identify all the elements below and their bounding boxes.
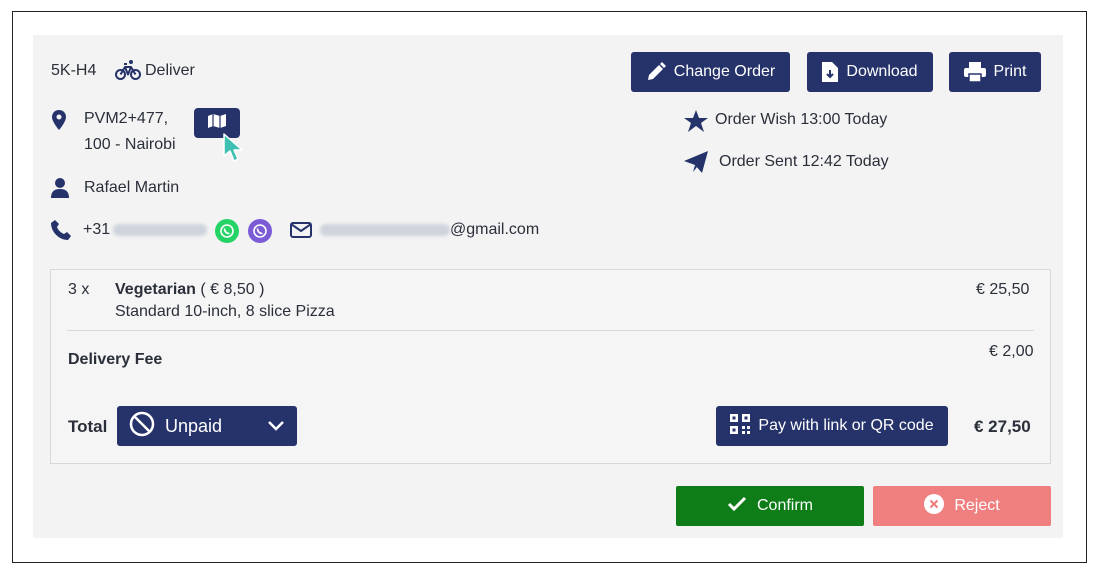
file-download-icon xyxy=(822,62,839,82)
order-wish-time: Order Wish 13:00 Today xyxy=(715,111,888,128)
viber-icon[interactable] xyxy=(248,219,272,243)
paper-plane-icon xyxy=(684,151,708,178)
address-line-1: PVM2+477, xyxy=(84,110,169,127)
item-name-line: Vegetarian ( € 8,50 ) xyxy=(115,281,264,299)
phone-redacted xyxy=(113,223,208,236)
phone-prefix: +31 xyxy=(83,221,111,238)
print-label: Print xyxy=(993,63,1027,80)
address-line-2: 100 - Nairobi xyxy=(84,136,176,153)
pencil-icon xyxy=(646,62,666,82)
qr-code-icon xyxy=(730,413,751,439)
payment-status-label: Unpaid xyxy=(165,415,223,436)
order-type-label: Deliver xyxy=(145,62,195,79)
chevron-down-icon xyxy=(267,416,285,437)
email-domain: @gmail.com xyxy=(450,221,540,238)
confirm-label: Confirm xyxy=(756,497,813,514)
star-icon xyxy=(684,110,708,137)
item-name: Vegetarian xyxy=(115,281,196,298)
reject-label: Reject xyxy=(954,497,1000,514)
payment-status-dropdown[interactable]: Unpaid xyxy=(117,406,297,446)
pay-with-link-button[interactable]: Pay with link or QR code xyxy=(716,406,948,446)
change-order-button[interactable]: Change Order xyxy=(631,52,790,92)
printer-icon xyxy=(963,62,986,82)
pay-with-link-label: Pay with link or QR code xyxy=(758,417,934,434)
change-order-label: Change Order xyxy=(673,63,776,80)
divider xyxy=(67,330,1034,331)
item-total: € 25,50 xyxy=(976,281,1030,298)
email-address[interactable]: @gmail.com xyxy=(320,221,539,239)
delivery-fee-label: Delivery Fee xyxy=(68,351,163,368)
order-sent-time: Order Sent 12:42 Today xyxy=(719,153,889,170)
ban-icon xyxy=(129,411,155,442)
download-button[interactable]: Download xyxy=(807,52,933,92)
email-redacted xyxy=(320,223,450,236)
order-code: 5K-H4 xyxy=(51,62,97,79)
delivery-fee-amount: € 2,00 xyxy=(989,343,1034,360)
user-icon xyxy=(51,178,69,203)
confirm-button[interactable]: Confirm xyxy=(676,486,864,526)
customer-name: Rafael Martin xyxy=(84,179,180,196)
location-pin-icon xyxy=(52,110,66,135)
reject-button[interactable]: Reject xyxy=(873,486,1051,526)
checkmark-icon xyxy=(727,496,747,517)
phone-icon xyxy=(51,220,71,245)
phone-number[interactable]: +31 xyxy=(83,221,208,239)
envelope-icon xyxy=(290,222,312,243)
print-button[interactable]: Print xyxy=(949,52,1041,92)
close-circle-icon xyxy=(924,493,945,519)
total-amount: € 27,50 xyxy=(974,417,1031,436)
item-unit-price: ( € 8,50 ) xyxy=(200,281,265,298)
mouse-cursor-icon xyxy=(222,132,246,169)
download-label: Download xyxy=(846,63,918,80)
item-quantity: 3 x xyxy=(68,281,90,298)
map-icon xyxy=(207,113,227,134)
whatsapp-icon[interactable] xyxy=(215,219,239,243)
item-description: Standard 10-inch, 8 slice Pizza xyxy=(115,303,335,320)
bicycle-icon xyxy=(115,59,141,86)
total-label: Total xyxy=(68,417,108,436)
